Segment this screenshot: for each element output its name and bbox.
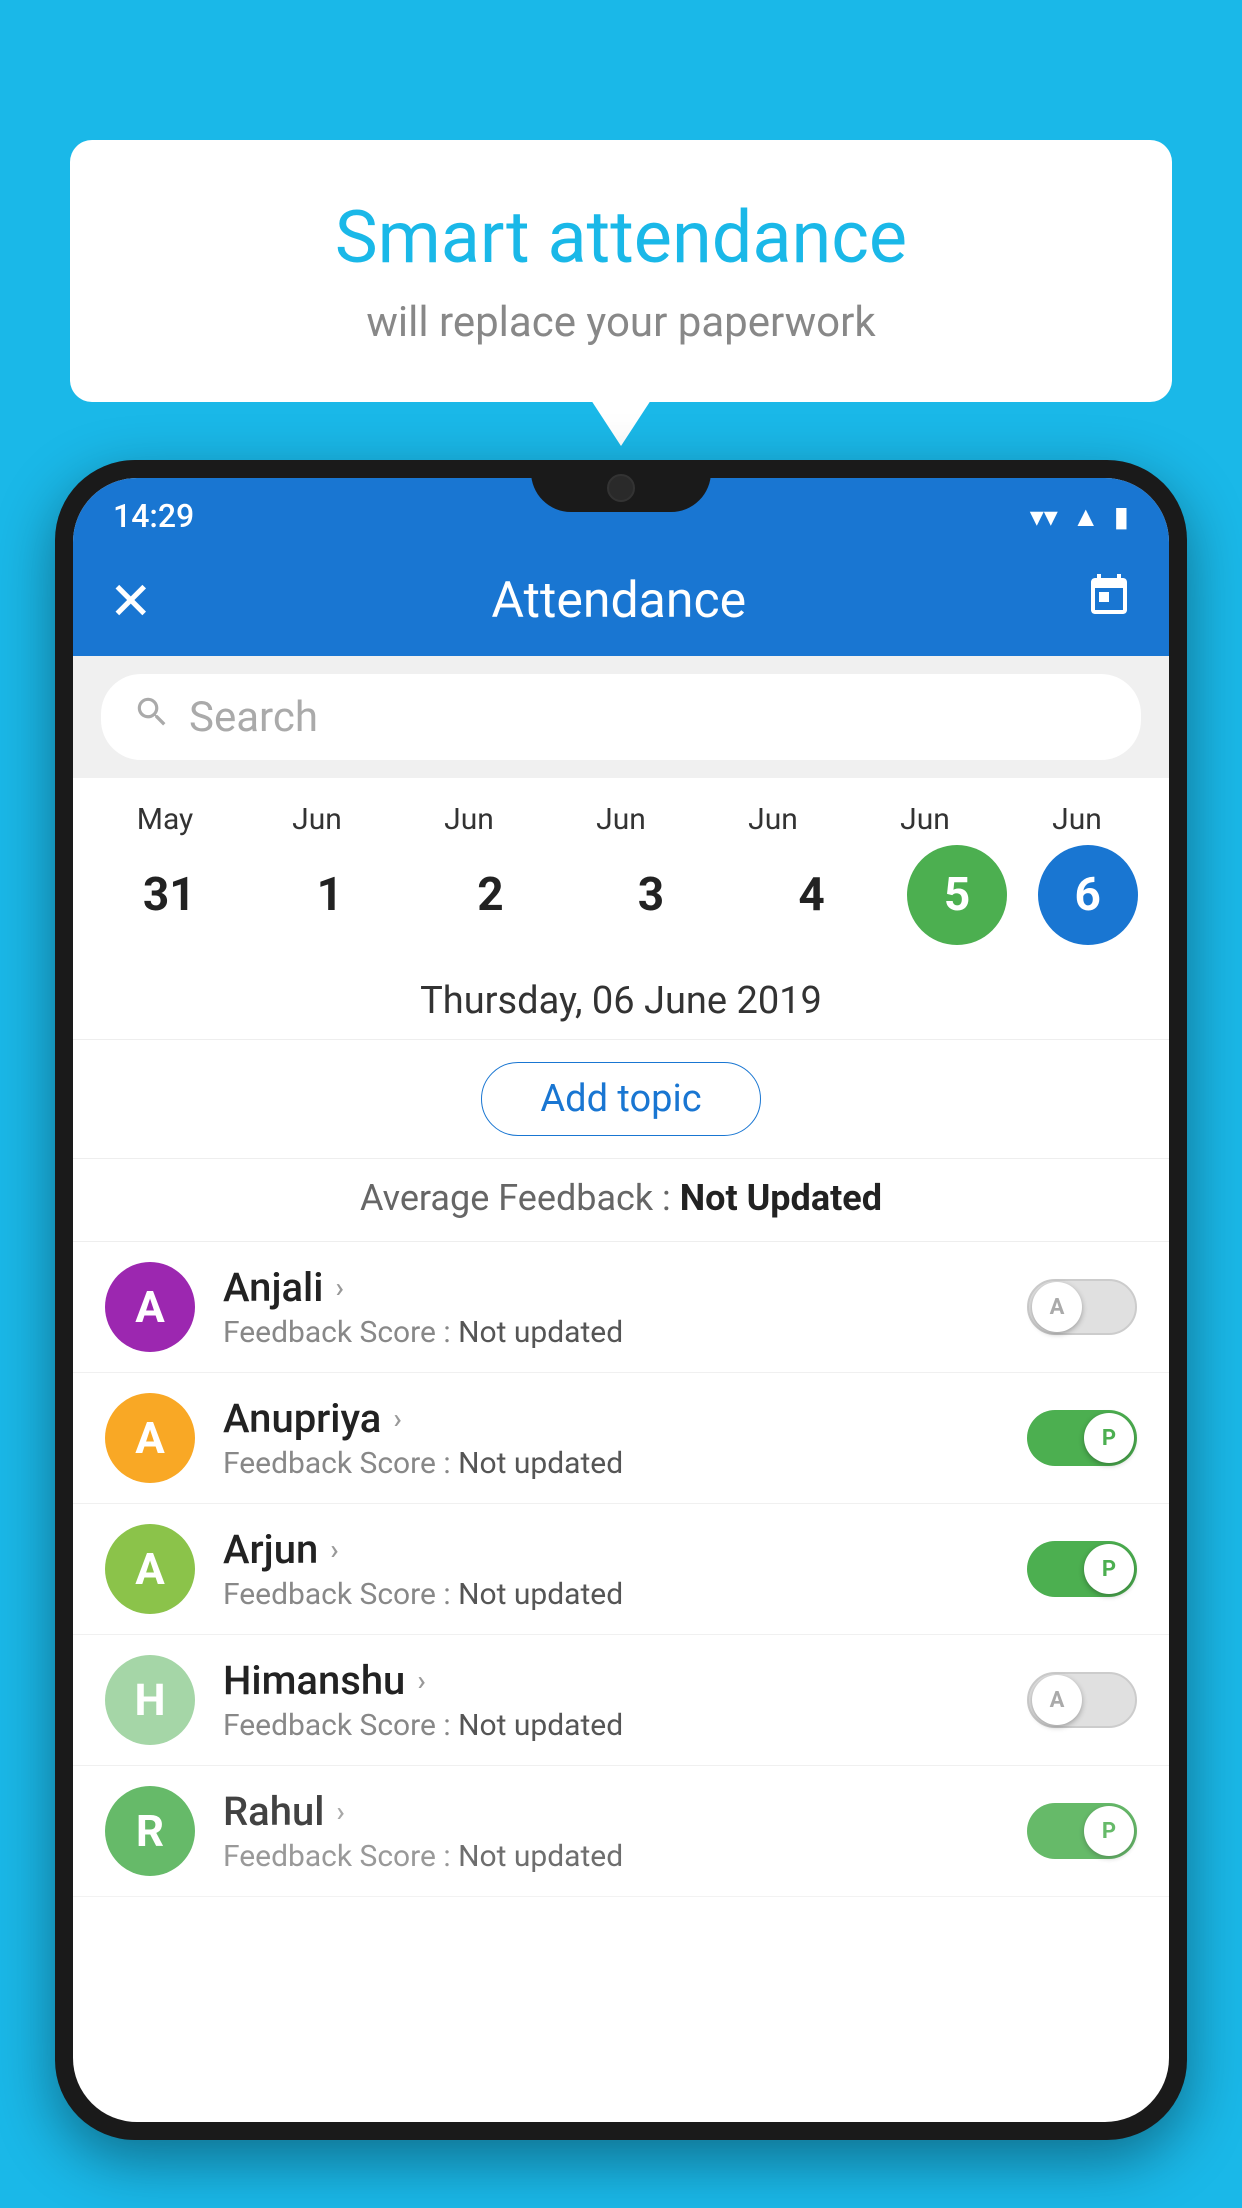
- calendar-day-5[interactable]: 5: [907, 845, 1007, 945]
- wifi-icon: ▾▾: [1030, 500, 1058, 533]
- add-topic-button[interactable]: Add topic: [481, 1062, 760, 1136]
- student-item-anupriya[interactable]: A Anupriya › Feedback Score : Not update…: [73, 1373, 1169, 1504]
- status-time: 14:29: [113, 497, 194, 535]
- date-label: Thursday, 06 June 2019: [420, 979, 822, 1023]
- search-bar-container: Search: [73, 656, 1169, 778]
- chevron-right-icon: ›: [335, 1271, 343, 1304]
- student-name-anupriya: Anupriya ›: [223, 1395, 999, 1442]
- calendar-day-1[interactable]: 1: [265, 845, 395, 945]
- calendar-month-3: Jun: [556, 802, 686, 837]
- toggle-himanshu[interactable]: A: [1027, 1672, 1137, 1728]
- student-feedback-rahul: Feedback Score : Not updated: [223, 1839, 999, 1874]
- student-name-himanshu: Himanshu ›: [223, 1657, 999, 1704]
- phone-frame: 14:29 ▾▾ ▲ ▮ ✕ Attendance: [55, 460, 1187, 2140]
- calendar-month-2: Jun: [404, 802, 534, 837]
- student-info-anjali: Anjali › Feedback Score : Not updated: [223, 1264, 999, 1350]
- bubble-subtitle: will replace your paperwork: [130, 298, 1112, 347]
- calendar-icon[interactable]: [1085, 572, 1133, 631]
- header-title: Attendance: [153, 572, 1085, 630]
- student-feedback-himanshu: Feedback Score : Not updated: [223, 1708, 999, 1743]
- toggle-knob-rahul: P: [1084, 1806, 1134, 1856]
- phone-screen: 14:29 ▾▾ ▲ ▮ ✕ Attendance: [73, 478, 1169, 2122]
- student-info-anupriya: Anupriya › Feedback Score : Not updated: [223, 1395, 999, 1481]
- toggle-knob-himanshu: A: [1032, 1675, 1082, 1725]
- status-icons: ▾▾ ▲ ▮: [1030, 500, 1129, 533]
- student-info-rahul: Rahul › Feedback Score : Not updated: [223, 1788, 999, 1874]
- search-bar[interactable]: Search: [101, 674, 1141, 760]
- calendar-day-6[interactable]: 6: [1038, 845, 1138, 945]
- student-item-himanshu[interactable]: H Himanshu › Feedback Score : Not update…: [73, 1635, 1169, 1766]
- calendar-day-3[interactable]: 3: [586, 845, 716, 945]
- avg-feedback-section: Average Feedback : Not Updated: [73, 1159, 1169, 1242]
- calendar-months-row: May Jun Jun Jun Jun Jun Jun: [89, 802, 1153, 837]
- student-item-arjun[interactable]: A Arjun › Feedback Score : Not updated P: [73, 1504, 1169, 1635]
- toggle-knob-arjun: P: [1084, 1544, 1134, 1594]
- attendance-toggle-arjun[interactable]: P: [1027, 1541, 1137, 1597]
- phone-camera: [607, 474, 635, 502]
- signal-icon: ▲: [1072, 500, 1100, 533]
- student-name-anjali: Anjali ›: [223, 1264, 999, 1311]
- attendance-toggle-anupriya[interactable]: P: [1027, 1410, 1137, 1466]
- chevron-right-icon: ›: [330, 1533, 338, 1566]
- student-feedback-anjali: Feedback Score : Not updated: [223, 1315, 999, 1350]
- speech-bubble: Smart attendance will replace your paper…: [70, 140, 1172, 402]
- calendar-month-6: Jun: [1012, 802, 1142, 837]
- date-label-section: Thursday, 06 June 2019: [73, 959, 1169, 1040]
- calendar-days-row: 31 1 2 3 4 5 6: [89, 845, 1153, 945]
- chevron-right-icon: ›: [336, 1795, 344, 1828]
- avg-feedback-label: Average Feedback : Not Updated: [360, 1177, 882, 1219]
- calendar-month-5: Jun: [860, 802, 990, 837]
- calendar-month-0: May: [100, 802, 230, 837]
- toggle-knob-anjali: A: [1032, 1282, 1082, 1332]
- attendance-toggle-anjali[interactable]: A: [1027, 1279, 1137, 1335]
- avatar-anupriya: A: [105, 1393, 195, 1483]
- calendar-day-2[interactable]: 2: [425, 845, 555, 945]
- avg-feedback-value: Not Updated: [680, 1177, 882, 1219]
- student-name-arjun: Arjun ›: [223, 1526, 999, 1573]
- avatar-arjun: A: [105, 1524, 195, 1614]
- close-button[interactable]: ✕: [109, 571, 153, 632]
- toggle-knob-anupriya: P: [1084, 1413, 1134, 1463]
- toggle-anjali[interactable]: A: [1027, 1279, 1137, 1335]
- phone-container: 14:29 ▾▾ ▲ ▮ ✕ Attendance: [55, 460, 1187, 2208]
- add-topic-section: Add topic: [73, 1040, 1169, 1159]
- student-info-himanshu: Himanshu › Feedback Score : Not updated: [223, 1657, 999, 1743]
- student-item-anjali[interactable]: A Anjali › Feedback Score : Not updated …: [73, 1242, 1169, 1373]
- student-item-rahul[interactable]: R Rahul › Feedback Score : Not updated P: [73, 1766, 1169, 1897]
- avatar-rahul: R: [105, 1786, 195, 1876]
- chevron-right-icon: ›: [417, 1664, 425, 1697]
- student-feedback-arjun: Feedback Score : Not updated: [223, 1577, 999, 1612]
- attendance-toggle-himanshu[interactable]: A: [1027, 1672, 1137, 1728]
- student-info-arjun: Arjun › Feedback Score : Not updated: [223, 1526, 999, 1612]
- calendar-month-1: Jun: [252, 802, 382, 837]
- search-input[interactable]: Search: [189, 693, 318, 742]
- calendar-month-4: Jun: [708, 802, 838, 837]
- search-icon: [133, 693, 171, 741]
- speech-bubble-container: Smart attendance will replace your paper…: [70, 140, 1172, 402]
- student-name-rahul: Rahul ›: [223, 1788, 999, 1835]
- avatar-himanshu: H: [105, 1655, 195, 1745]
- calendar-strip: May Jun Jun Jun Jun Jun Jun 31 1 2 3 4 5…: [73, 778, 1169, 959]
- battery-icon: ▮: [1114, 500, 1129, 533]
- app-header: ✕ Attendance: [73, 546, 1169, 656]
- calendar-day-0[interactable]: 31: [104, 845, 234, 945]
- toggle-arjun[interactable]: P: [1027, 1541, 1137, 1597]
- avatar-anjali: A: [105, 1262, 195, 1352]
- student-list: A Anjali › Feedback Score : Not updated …: [73, 1242, 1169, 1897]
- student-feedback-anupriya: Feedback Score : Not updated: [223, 1446, 999, 1481]
- calendar-day-4[interactable]: 4: [747, 845, 877, 945]
- chevron-right-icon: ›: [393, 1402, 401, 1435]
- bubble-title: Smart attendance: [130, 195, 1112, 280]
- toggle-anupriya[interactable]: P: [1027, 1410, 1137, 1466]
- toggle-rahul[interactable]: P: [1027, 1803, 1137, 1859]
- phone-notch: [531, 460, 711, 512]
- attendance-toggle-rahul[interactable]: P: [1027, 1803, 1137, 1859]
